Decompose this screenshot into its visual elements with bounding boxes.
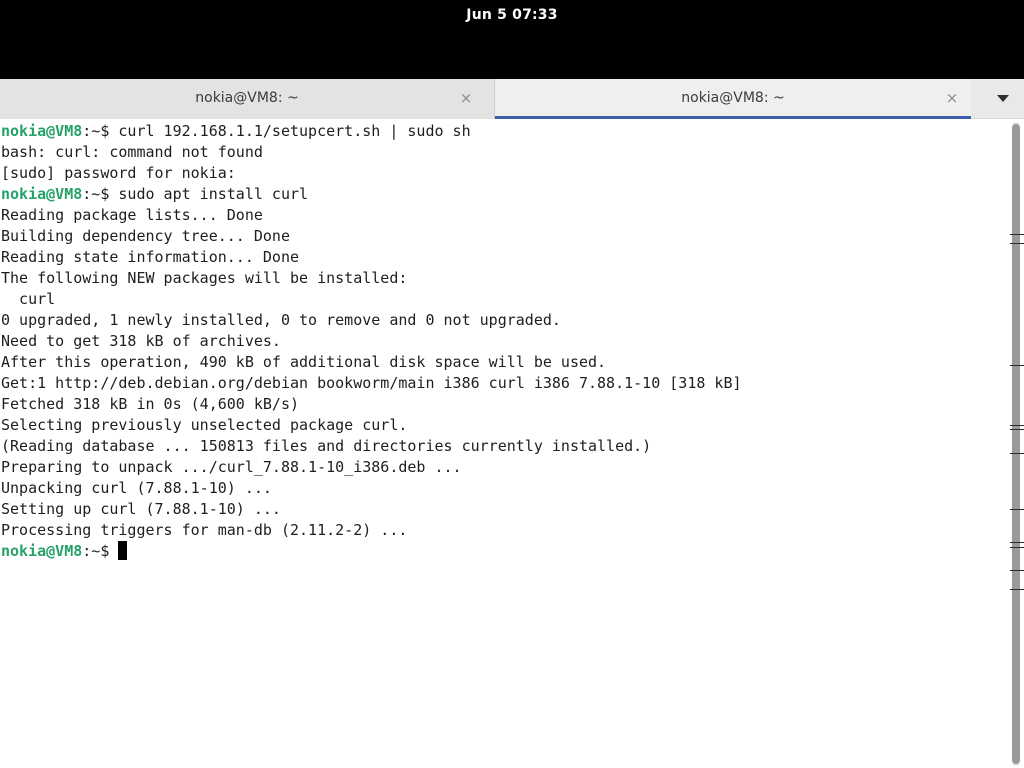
scroll-marker [1010,589,1024,590]
terminal-output-line: Reading package lists... Done [1,206,263,224]
terminal-output-line: Fetched 318 kB in 0s (4,600 kB/s) [1,395,300,413]
scroll-marker [1010,509,1024,510]
scroll-marker [1010,429,1024,430]
terminal-output-line: 0 upgraded, 1 newly installed, 0 to remo… [1,311,561,329]
terminal-output-line: (Reading database ... 150813 files and d… [1,437,652,455]
terminal-output-line: [sudo] password for nokia: [1,164,236,182]
terminal-output-line: curl [1,290,56,308]
terminal-output-line: Setting up curl (7.88.1-10) ... [1,500,281,518]
terminal-output-line: The following NEW packages will be insta… [1,269,408,287]
scroll-marker [1010,243,1024,244]
shell-prompt-path: :~$ [82,542,119,560]
terminal-output-line: Reading state information... Done [1,248,300,266]
close-icon[interactable]: × [942,88,962,108]
close-icon[interactable]: × [456,88,476,108]
tab-bar: nokia@VM8: ~ × nokia@VM8: ~ × [0,79,1024,119]
text-cursor [118,541,128,560]
terminal-command-line: nokia@VM8:~$ curl 192.168.1.1/setupcert.… [1,121,471,142]
terminal-command-line: nokia@VM8:~$ [1,541,128,562]
terminal-output-line: Unpacking curl (7.88.1-10) ... [1,479,272,497]
terminal-output-line: Get:1 http://deb.debian.org/debian bookw… [1,374,742,392]
command-text: sudo apt install curl [118,185,309,203]
shell-prompt-path: :~$ [82,122,119,140]
terminal-output-line: Preparing to unpack .../curl_7.88.1-10_i… [1,458,462,476]
tab-terminal-2[interactable]: nokia@VM8: ~ × [495,79,971,119]
active-tab-indicator [495,116,971,119]
scroll-marker [1010,542,1024,543]
terminal-output-line: Need to get 318 kB of archives. [1,332,281,350]
shell-prompt-user: nokia@VM8 [1,122,83,140]
clock-datetime[interactable]: Jun 5 07:33 [0,7,1024,23]
shell-prompt-user: nokia@VM8 [1,542,83,560]
shell-prompt-user: nokia@VM8 [1,185,83,203]
scrollbar[interactable] [1008,120,1024,768]
terminal-output-line: bash: curl: command not found [1,143,263,161]
terminal-output-line: Processing triggers for man-db (2.11.2-2… [1,521,408,539]
scroll-marker [1010,365,1024,366]
terminal-output[interactable]: nokia@VM8:~$ curl 192.168.1.1/setupcert.… [0,120,1008,768]
tab-terminal-1[interactable]: nokia@VM8: ~ × [0,79,494,119]
scroll-marker [1010,425,1024,426]
shell-prompt-path: :~$ [82,185,119,203]
terminal-output-line: Selecting previously unselected package … [1,416,408,434]
tab-label: nokia@VM8: ~ [195,90,299,106]
top-bar: Jun 5 07:33 [0,0,1024,79]
command-text: curl 192.168.1.1/setupcert.sh | sudo sh [118,122,471,140]
scroll-marker [1010,453,1024,454]
tab-overflow-menu-button[interactable] [981,79,1024,119]
tab-label: nokia@VM8: ~ [681,90,785,106]
scrollbar-thumb[interactable] [1012,124,1020,764]
scroll-marker [1010,570,1024,571]
chevron-down-icon [997,95,1009,102]
terminal-output-line: Building dependency tree... Done [1,227,290,245]
scroll-marker [1010,234,1024,235]
scroll-marker [1010,547,1024,548]
terminal-output-line: After this operation, 490 kB of addition… [1,353,607,371]
terminal-command-line: nokia@VM8:~$ sudo apt install curl [1,184,308,205]
